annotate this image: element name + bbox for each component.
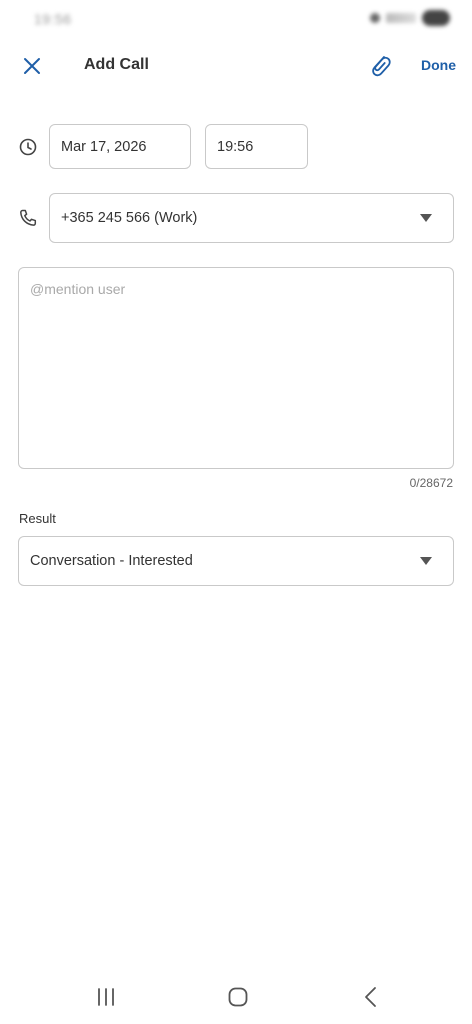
dropdown-caret-icon bbox=[420, 557, 432, 565]
character-counter: 0/28672 bbox=[409, 476, 453, 490]
paperclip-icon bbox=[372, 56, 391, 77]
recent-apps-icon bbox=[98, 988, 114, 1006]
signal-icon bbox=[386, 13, 416, 23]
close-button[interactable] bbox=[18, 52, 46, 80]
date-value: Mar 17, 2026 bbox=[61, 138, 147, 155]
notes-placeholder: @mention user bbox=[30, 281, 126, 297]
status-time: 19:56 bbox=[34, 11, 72, 27]
home-button[interactable] bbox=[223, 984, 253, 1010]
battery-icon bbox=[422, 10, 450, 26]
recent-apps-button[interactable] bbox=[91, 984, 121, 1010]
done-button[interactable]: Done bbox=[421, 57, 456, 73]
close-icon bbox=[24, 58, 40, 74]
result-label: Result bbox=[19, 511, 56, 526]
back-icon bbox=[365, 987, 376, 1007]
status-icons bbox=[370, 10, 450, 26]
phone-value: +365 245 566 (Work) bbox=[61, 210, 198, 226]
page-title: Add Call bbox=[84, 56, 149, 73]
system-nav-bar bbox=[0, 970, 472, 1024]
result-select[interactable]: Conversation - Interested bbox=[18, 536, 454, 586]
status-bar: 19:56 bbox=[0, 0, 472, 40]
home-icon bbox=[228, 987, 248, 1007]
phone-number-select[interactable]: +365 245 566 (Work) bbox=[49, 193, 454, 243]
time-value: 19:56 bbox=[217, 138, 254, 155]
back-button[interactable] bbox=[356, 984, 386, 1010]
result-value: Conversation - Interested bbox=[30, 553, 193, 569]
notification-dot-icon bbox=[370, 13, 380, 23]
app-bar: Add Call Done bbox=[0, 40, 472, 92]
notes-input[interactable]: @mention user bbox=[18, 267, 454, 469]
clock-icon bbox=[19, 138, 37, 156]
attach-button[interactable] bbox=[366, 50, 394, 82]
phone-icon bbox=[20, 209, 37, 226]
time-field[interactable]: 19:56 bbox=[205, 124, 308, 169]
dropdown-caret-icon bbox=[420, 214, 432, 222]
date-field[interactable]: Mar 17, 2026 bbox=[49, 124, 191, 169]
